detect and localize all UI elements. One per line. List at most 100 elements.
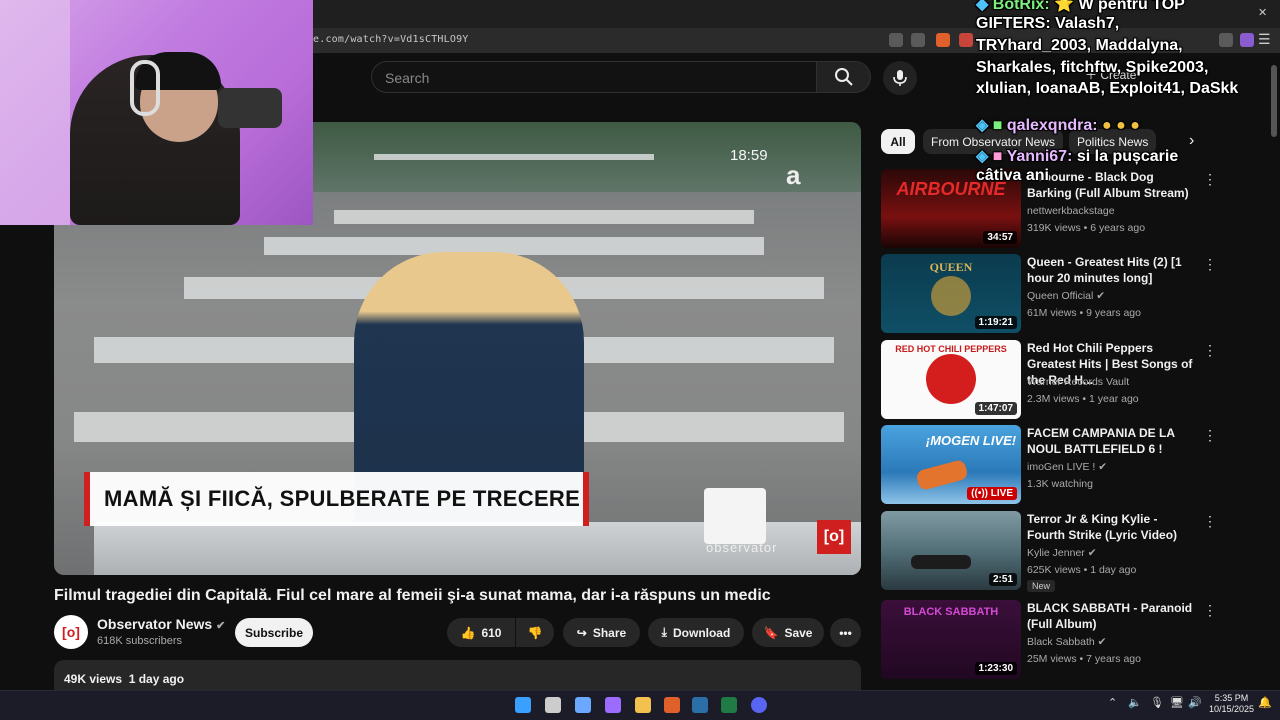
microphone-icon[interactable]: 🎙 [1150,696,1164,709]
recommendation-item[interactable]: AIRBOURNE 34:57 Airbourne - Black Dog Ba… [881,169,1221,249]
rec-channel-text[interactable]: imoGen LIVE ! [1027,461,1095,473]
rhcp-asterisk-icon [926,354,976,404]
duration-badge: 1:47:07 [974,402,1017,415]
verified-icon: ✔ [1098,461,1108,473]
rec-channel[interactable]: Kylie Jenner ✔ [1027,547,1097,559]
more-vertical-icon[interactable]: ⋮ [1203,171,1217,188]
search-icon [834,68,853,86]
share-label: Share [592,625,627,640]
excel-icon[interactable] [721,697,737,713]
recommendation-item[interactable]: RED HOT CHILI PEPPERS 1:47:07 Red Hot Ch… [881,340,1221,420]
more-vertical-icon[interactable]: ⋮ [1203,513,1217,530]
rec-title[interactable]: FACEM CAMPANIA DE LA NOUL BATTLEFIELD 6 … [1027,425,1197,457]
steam-icon[interactable] [692,697,708,713]
menu-icon[interactable]: ☰ [1258,31,1271,48]
channel-name[interactable]: Observator News ✔ [97,616,225,632]
notification-icon[interactable]: 🔔 [1258,696,1272,709]
volume-icon[interactable]: 🔊 [1188,696,1202,709]
subscriber-count: 618K subscribers [97,635,182,647]
save-button[interactable]: 🔖 Save [752,618,824,647]
observator-logo-icon: [o] [817,520,851,554]
more-vertical-icon[interactable]: ⋮ [1203,256,1217,273]
rec-title[interactable]: Airbourne - Black Dog Barking (Full Albu… [1027,169,1197,201]
scrollbar[interactable] [1271,65,1277,137]
recommendation-item[interactable]: ¡MOGEN LIVE! ((•)) LIVE FACEM CAMPANIA D… [881,425,1221,505]
channel-avatar[interactable]: [o] [54,615,88,649]
brave-shield-icon[interactable] [936,33,950,47]
rec-channel[interactable]: imoGen LIVE ! ✔ [1027,461,1107,473]
more-vertical-icon[interactable]: ⋮ [1203,427,1217,444]
like-button[interactable]: 👍 610 [447,618,515,647]
rec-channel-text[interactable]: Black Sabbath [1027,636,1095,648]
car-figure [911,555,971,569]
video-thumbnail[interactable]: RED HOT CHILI PEPPERS 1:47:07 [881,340,1021,419]
recommendation-item[interactable]: 2:51 Terror Jr & King Kylie - Fourth Str… [881,511,1221,592]
recommendation-item[interactable]: BLACK SABBATH 1:23:30 BLACK SABBATH - Pa… [881,600,1221,680]
discord-icon[interactable] [751,697,767,713]
network-icon[interactable]: 🖥 [1170,696,1184,709]
badge-icon: ■ [992,148,1003,165]
extension-icon[interactable] [1240,33,1254,47]
download-icon: ⤓ [661,625,667,639]
rec-meta: 2.3M views • 1 year ago [1027,393,1139,405]
download-button[interactable]: ⤓ Download [648,618,744,647]
channel-name-text[interactable]: Observator News [97,616,212,632]
duration-badge: 2:51 [988,573,1017,586]
clock-time: 5:35 PM [1214,693,1249,703]
widgets-icon[interactable] [575,697,591,713]
recommendation-item[interactable]: QUEEN 1:19:21 Queen - Greatest Hits (2) … [881,254,1221,334]
emote-icon: ● ● ● [1102,117,1140,134]
file-explorer-icon[interactable] [635,697,651,713]
vpn-icon[interactable] [1219,33,1233,47]
rec-title[interactable]: BLACK SABBATH - Paranoid (Full Album) [1027,600,1197,632]
video-thumbnail[interactable]: QUEEN 1:19:21 [881,254,1021,333]
chat-username: qalexqndra: [1006,117,1098,134]
share-button[interactable]: ↪ Share [563,618,640,647]
badge-icon: ◈ [976,117,989,134]
cast-icon[interactable] [889,33,903,47]
subscribe-button[interactable]: Subscribe [235,618,313,647]
rec-channel[interactable]: Warner Records Vault [1027,376,1129,388]
zoom-icon[interactable] [911,33,925,47]
rewards-icon[interactable] [959,33,973,47]
voice-search-button[interactable] [883,61,917,95]
rec-channel[interactable]: Black Sabbath ✔ [1027,636,1106,648]
search-input[interactable]: Search [371,61,817,93]
rec-channel-text[interactable]: Queen Official [1027,290,1093,302]
task-view-icon[interactable] [545,697,561,713]
crosswalk-stripe [334,210,754,224]
system-clock[interactable]: 5:35 PM 10/15/2025 [1209,693,1254,715]
rec-title[interactable]: Queen - Greatest Hits (2) [1 hour 20 min… [1027,254,1197,286]
copilot-icon[interactable] [605,697,621,713]
rec-channel[interactable]: nettwerkbackstage [1027,205,1115,217]
dislike-button[interactable]: 👎 [516,618,554,647]
close-window-icon[interactable]: ✕ [1258,6,1267,19]
more-vertical-icon[interactable]: ⋮ [1203,602,1217,619]
search-button[interactable] [817,61,871,93]
url-text[interactable]: e.com/watch?v=Vd1sCTHLO9Y [313,34,469,45]
chat-username: BotRix: [992,0,1050,13]
video-thumbnail[interactable]: BLACK SABBATH 1:23:30 [881,600,1021,679]
view-count: 49K views [64,672,123,686]
more-vertical-icon[interactable]: ⋮ [1203,342,1217,359]
brave-browser-icon[interactable] [664,697,680,713]
windows-start-icon[interactable] [515,697,531,713]
rec-channel-text[interactable]: Kylie Jenner [1027,547,1085,559]
chat-message: TRYhard_2003, Maddalyna, [976,37,1183,54]
rec-title[interactable]: Terror Jr & King Kylie - Fourth Strike (… [1027,511,1197,543]
verified-icon: ✔ [1087,547,1097,559]
verified-icon: ✔ [216,620,226,632]
more-actions-button[interactable]: ••• [830,618,861,647]
video-thumbnail[interactable]: 2:51 [881,511,1021,590]
headphones-icon [130,60,160,116]
chat-message: ◈ ■ qalexqndra: ● ● ● [976,115,1140,135]
rec-channel[interactable]: Queen Official ✔ [1027,290,1105,302]
chevron-right-icon[interactable]: › [1189,132,1194,150]
thumbs-down-icon: 👎 [527,625,543,640]
video-thumbnail[interactable]: ¡MOGEN LIVE! ((•)) LIVE [881,425,1021,504]
speaker-icon[interactable]: 🔈 [1128,696,1142,709]
description-box[interactable]: 49K views 1 day ago [54,660,861,690]
rec-meta: 25M views • 7 years ago [1027,653,1141,665]
chevron-up-icon[interactable]: ⌃ [1108,696,1117,709]
chip-all[interactable]: All [881,129,915,154]
